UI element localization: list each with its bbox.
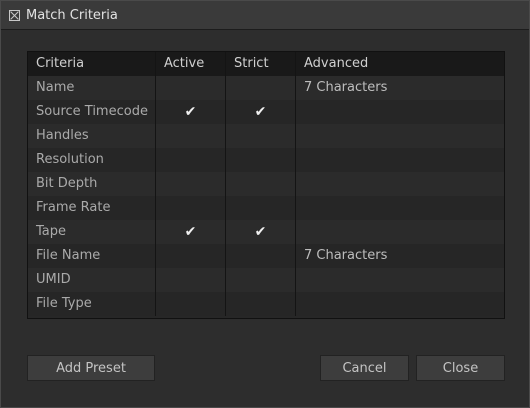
table-row[interactable]: Frame Rate	[28, 196, 504, 220]
criteria-name: Name	[28, 76, 156, 100]
active-checkbox[interactable]	[156, 196, 226, 220]
add-preset-button[interactable]: Add Preset	[27, 355, 155, 381]
criteria-name: Handles	[28, 124, 156, 148]
title-bar: Match Criteria	[1, 1, 529, 30]
strict-checkbox[interactable]	[226, 196, 296, 220]
criteria-name: Frame Rate	[28, 196, 156, 220]
table-row[interactable]: UMID	[28, 268, 504, 292]
table-row[interactable]: Bit Depth	[28, 172, 504, 196]
strict-checkbox[interactable]	[226, 244, 296, 268]
advanced-setting[interactable]	[296, 292, 504, 316]
active-checkbox[interactable]: ✔	[156, 220, 226, 244]
close-button[interactable]: Close	[416, 355, 505, 381]
dialog-title: Match Criteria	[26, 7, 118, 23]
cancel-button[interactable]: Cancel	[320, 355, 409, 381]
column-header-advanced[interactable]: Advanced	[296, 52, 504, 76]
advanced-setting[interactable]	[296, 148, 504, 172]
advanced-setting[interactable]: 7 Characters	[296, 244, 504, 268]
active-checkbox[interactable]: ✔	[156, 100, 226, 124]
strict-checkbox[interactable]	[226, 268, 296, 292]
active-checkbox[interactable]	[156, 148, 226, 172]
strict-checkbox[interactable]: ✔	[226, 100, 296, 124]
criteria-name: Source Timecode	[28, 100, 156, 124]
strict-checkbox[interactable]: ✔	[226, 220, 296, 244]
criteria-name: UMID	[28, 268, 156, 292]
active-checkbox[interactable]	[156, 76, 226, 100]
column-header-active[interactable]: Active	[156, 52, 226, 76]
active-checkbox[interactable]	[156, 268, 226, 292]
match-criteria-dialog: Match Criteria Criteria Active Strict Ad…	[0, 0, 530, 408]
criteria-name: Tape	[28, 220, 156, 244]
criteria-name: Bit Depth	[28, 172, 156, 196]
criteria-table: Criteria Active Strict Advanced Name 7 C…	[27, 51, 505, 319]
active-checkbox[interactable]	[156, 124, 226, 148]
table-row[interactable]: File Name 7 Characters	[28, 244, 504, 268]
strict-checkbox[interactable]	[226, 172, 296, 196]
active-checkbox[interactable]	[156, 292, 226, 316]
table-row[interactable]: Tape ✔ ✔	[28, 220, 504, 244]
strict-checkbox[interactable]	[226, 76, 296, 100]
table-row[interactable]: Handles	[28, 124, 504, 148]
strict-checkbox[interactable]	[226, 124, 296, 148]
advanced-setting[interactable]	[296, 172, 504, 196]
strict-checkbox[interactable]	[226, 148, 296, 172]
table-row[interactable]: Source Timecode ✔ ✔	[28, 100, 504, 124]
advanced-setting[interactable]	[296, 268, 504, 292]
criteria-name: File Name	[28, 244, 156, 268]
advanced-setting[interactable]	[296, 124, 504, 148]
advanced-setting[interactable]	[296, 220, 504, 244]
strict-checkbox[interactable]	[226, 292, 296, 316]
table-row[interactable]: File Type	[28, 292, 504, 316]
table-row[interactable]: Name 7 Characters	[28, 76, 504, 100]
table-row[interactable]: Resolution	[28, 148, 504, 172]
active-checkbox[interactable]	[156, 244, 226, 268]
advanced-setting[interactable]	[296, 196, 504, 220]
advanced-setting[interactable]: 7 Characters	[296, 76, 504, 100]
active-checkbox[interactable]	[156, 172, 226, 196]
criteria-name: Resolution	[28, 148, 156, 172]
column-header-strict[interactable]: Strict	[226, 52, 296, 76]
criteria-name: File Type	[28, 292, 156, 316]
table-header: Criteria Active Strict Advanced	[28, 52, 504, 76]
close-icon[interactable]	[9, 9, 20, 21]
advanced-setting[interactable]	[296, 100, 504, 124]
column-header-criteria[interactable]: Criteria	[28, 52, 156, 76]
